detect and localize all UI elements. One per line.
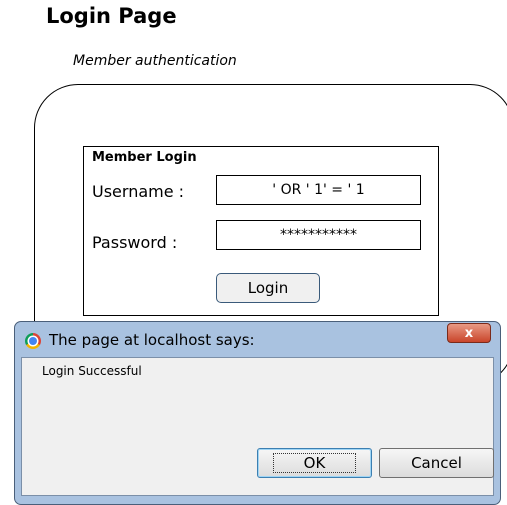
member-login-form: Member Login Username : Password : Login — [83, 146, 439, 316]
chrome-icon — [25, 333, 41, 349]
dialog-title: The page at localhost says: — [49, 331, 255, 349]
dialog-titlebar: The page at localhost says: x — [15, 322, 500, 357]
dialog-close-button[interactable]: x — [447, 323, 491, 343]
alert-dialog: The page at localhost says: x Login Succ… — [14, 321, 501, 505]
username-label: Username : — [92, 182, 185, 201]
password-input[interactable] — [216, 220, 421, 250]
dialog-message: Login Successful — [42, 364, 142, 378]
login-form-heading: Member Login — [92, 150, 197, 165]
username-input[interactable] — [216, 175, 421, 205]
page-subtitle: Member authentication — [73, 53, 237, 69]
cancel-button[interactable]: Cancel — [379, 448, 494, 478]
password-label: Password : — [92, 233, 178, 252]
page-title: Login Page — [46, 4, 177, 28]
login-button[interactable]: Login — [216, 273, 320, 303]
ok-button-label: OK — [272, 453, 357, 473]
ok-button[interactable]: OK — [257, 448, 372, 478]
